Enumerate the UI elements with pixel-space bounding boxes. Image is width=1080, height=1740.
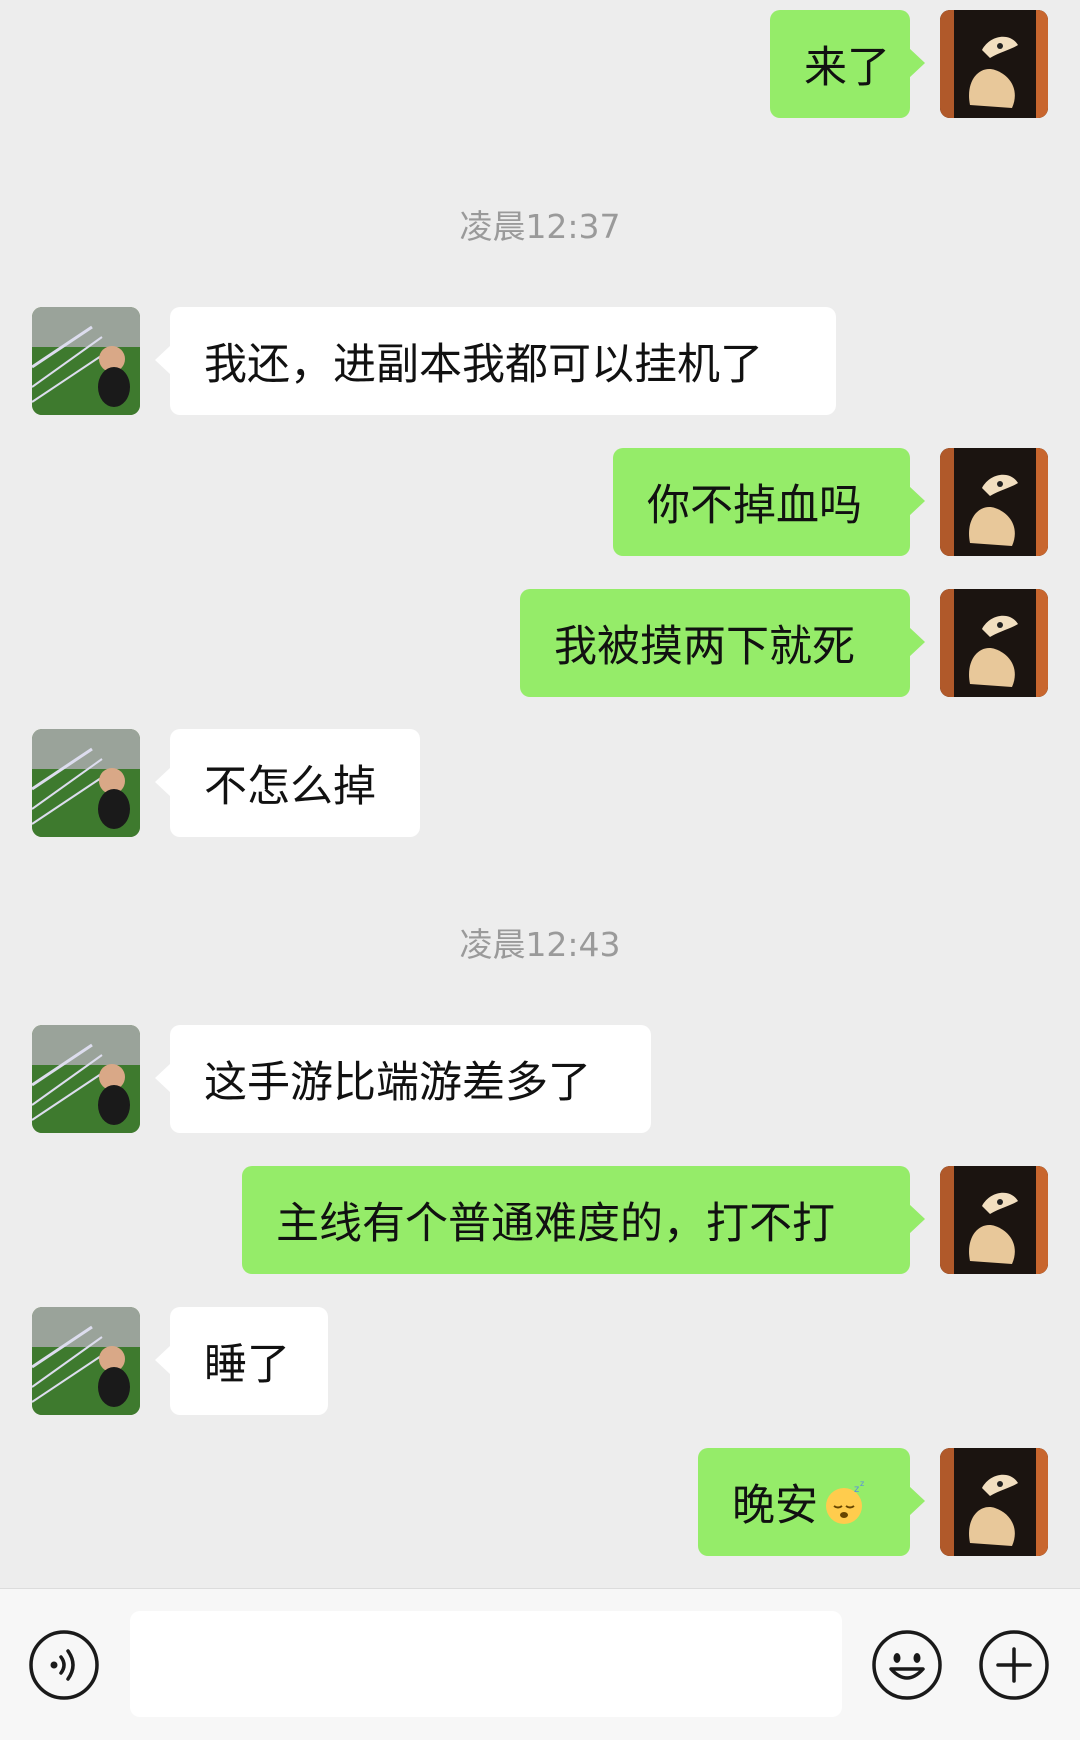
message-bubble-sent[interactable]: 来了 [770,10,925,118]
my-avatar[interactable] [940,589,1048,697]
message-text: 我被摸两下就死 [554,622,855,672]
message-text: 你不掉血吗 [647,481,862,531]
message-bubble-sent[interactable]: 你不掉血吗 [613,448,925,556]
message-text: 来了 [804,43,890,93]
my-avatar-image [940,448,1048,556]
my-avatar-image [940,10,1048,118]
my-avatar-image [940,1166,1048,1274]
contact-avatar[interactable] [32,307,140,415]
message-text: 这手游比端游差多了 [204,1058,591,1108]
message-input[interactable] [130,1611,842,1717]
message-text: 不怎么掉 [204,762,376,812]
contact-avatar-image [32,1307,140,1415]
message-bubble-sent[interactable]: 我被摸两下就死 [520,589,925,697]
my-avatar[interactable] [940,10,1048,118]
contact-avatar-image [32,307,140,415]
sleeping-face-icon: z z [822,1478,870,1526]
chat-area: 来了 凌晨12:37 我还，进副本我都可以挂机了 你不掉血吗 我被摸两下就死 不… [0,0,1080,1588]
voice-button[interactable] [28,1629,100,1701]
contact-avatar[interactable] [32,729,140,837]
timestamp: 凌晨12:37 [459,207,621,246]
plus-button[interactable] [978,1629,1050,1701]
contact-avatar-image [32,1025,140,1133]
message-text: 主线有个普通难度的，打不打 [276,1199,835,1249]
plus-icon [979,1630,1049,1700]
message-text: 我还，进副本我都可以挂机了 [204,340,763,390]
message-bubble-received[interactable]: 这手游比端游差多了 [155,1025,651,1133]
message-bubble-sent[interactable]: 晚安 z z [698,1448,925,1556]
message-text: 睡了 [204,1340,290,1390]
contact-avatar-image [32,729,140,837]
timestamp: 凌晨12:43 [459,925,621,964]
my-avatar[interactable] [940,1166,1048,1274]
my-avatar[interactable] [940,448,1048,556]
emoji-icon [872,1630,942,1700]
contact-avatar[interactable] [32,1025,140,1133]
message-bubble-sent[interactable]: 主线有个普通难度的，打不打 [242,1166,925,1274]
message-bubble-received[interactable]: 不怎么掉 [155,729,420,837]
emoji-button[interactable] [871,1629,943,1701]
contact-avatar[interactable] [32,1307,140,1415]
message-bubble-received[interactable]: 睡了 [155,1307,328,1415]
input-bar [0,1588,1080,1740]
svg-text:z: z [854,1484,859,1495]
message-text: 晚安 [732,1481,818,1531]
my-avatar-image [940,589,1048,697]
message-bubble-received[interactable]: 我还，进副本我都可以挂机了 [155,307,836,415]
my-avatar[interactable] [940,1448,1048,1556]
voice-icon [29,1630,99,1700]
my-avatar-image [940,1448,1048,1556]
svg-text:z: z [860,1479,864,1488]
